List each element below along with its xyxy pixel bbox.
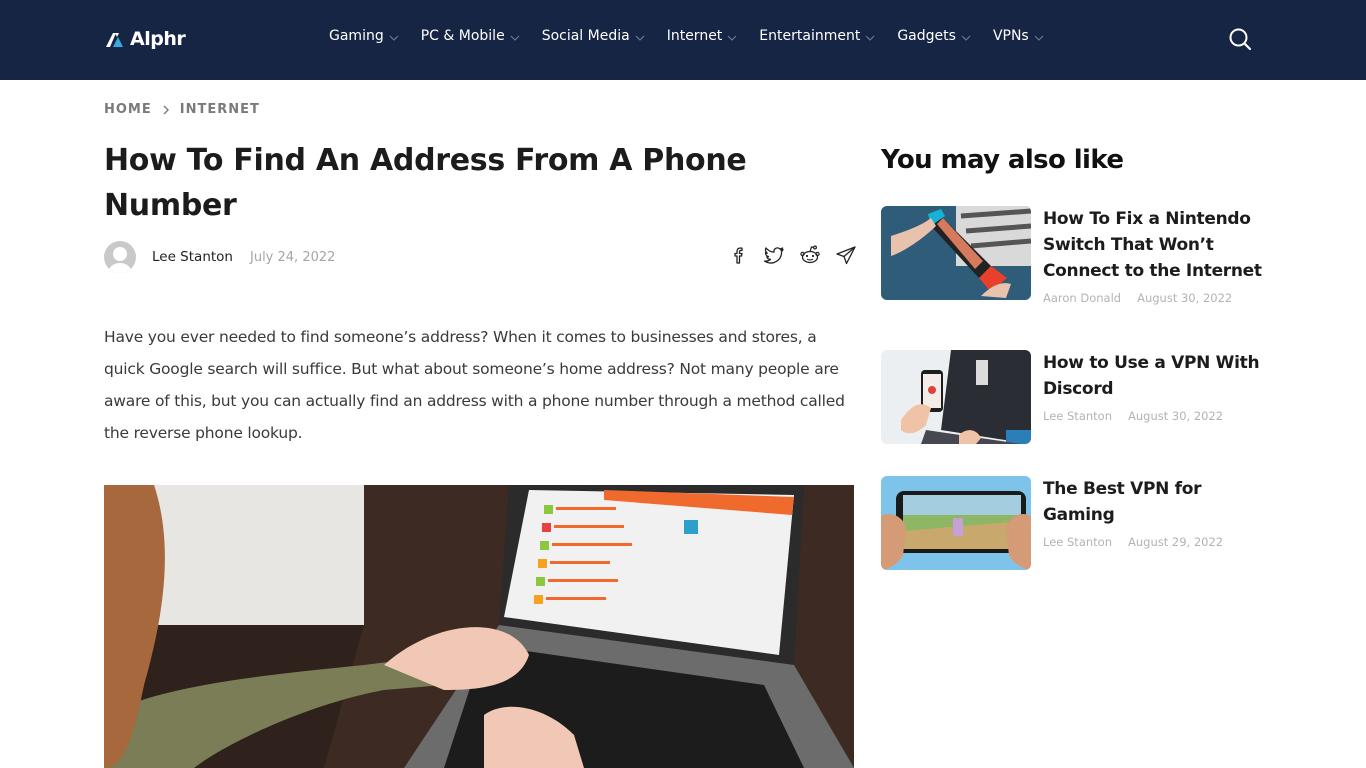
nav-item-internet[interactable]: Internet xyxy=(667,28,738,44)
nav-item-gadgets[interactable]: Gadgets xyxy=(897,28,971,44)
hero-image xyxy=(104,485,854,768)
nav-item-vpns[interactable]: VPNs xyxy=(993,28,1044,44)
related-author[interactable]: Aaron Donald xyxy=(1043,291,1121,305)
nav-item-label: Entertainment xyxy=(759,28,861,44)
related-date: August 30, 2022 xyxy=(1137,291,1233,305)
related-article: How to Use a VPN With Discord Lee Stanto… xyxy=(881,350,1281,444)
nav-item-label: Social Media xyxy=(541,28,630,44)
article-intro: Have you ever needed to find someone’s a… xyxy=(104,328,845,442)
chevron-down-icon xyxy=(865,35,875,41)
breadcrumb-home[interactable]: HOME xyxy=(104,102,152,117)
twitter-icon[interactable] xyxy=(763,244,785,266)
author-row: Lee Stanton July 24, 2022 xyxy=(104,241,335,273)
site-logo[interactable]: Alphr xyxy=(104,25,186,53)
hero-illustration xyxy=(104,485,854,768)
nav-item-social-media[interactable]: Social Media xyxy=(542,28,645,44)
related-article: How To Fix a Nintendo Switch That Won’t … xyxy=(881,206,1281,305)
chevron-down-icon xyxy=(961,35,971,41)
vpn-gaming-thumbnail xyxy=(881,476,1031,570)
breadcrumb: HOME INTERNET xyxy=(104,102,260,117)
chevron-down-icon xyxy=(1034,35,1044,41)
related-meta: Lee Stanton August 30, 2022 xyxy=(1043,409,1269,423)
related-article: The Best VPN for Gaming Lee Stanton Augu… xyxy=(881,476,1281,570)
share-buttons xyxy=(727,244,857,266)
top-navigation: Alphr Gaming PC & Mobile Social Media In… xyxy=(0,0,1366,80)
related-title[interactable]: How To Fix a Nintendo Switch That Won’t … xyxy=(1043,206,1269,284)
chevron-down-icon xyxy=(510,35,520,41)
nav-item-label: Gadgets xyxy=(897,28,956,44)
chevron-down-icon xyxy=(635,35,645,41)
nav-item-label: Gaming xyxy=(329,28,384,44)
related-date: August 30, 2022 xyxy=(1128,409,1224,423)
breadcrumb-internet[interactable]: INTERNET xyxy=(180,102,260,117)
related-meta: Lee Stanton August 29, 2022 xyxy=(1043,535,1269,549)
related-date: August 29, 2022 xyxy=(1128,535,1224,549)
nav-item-label: Internet xyxy=(666,28,723,44)
author-avatar[interactable] xyxy=(104,241,136,273)
avatar-head-shape xyxy=(113,247,127,261)
nav-item-entertainment[interactable]: Entertainment xyxy=(759,28,875,44)
related-author[interactable]: Lee Stanton xyxy=(1043,535,1112,549)
chevron-right-icon xyxy=(163,105,169,114)
related-thumbnail[interactable] xyxy=(881,476,1031,570)
nintendo-switch-thumbnail xyxy=(881,206,1031,300)
nav-item-gaming[interactable]: Gaming xyxy=(329,28,399,44)
related-meta: Aaron Donald August 30, 2022 xyxy=(1043,291,1269,305)
related-info: How To Fix a Nintendo Switch That Won’t … xyxy=(1043,206,1269,305)
logo-text: Alphr xyxy=(130,28,186,50)
nav-item-pc-mobile[interactable]: PC & Mobile xyxy=(421,28,520,44)
facebook-icon[interactable] xyxy=(727,244,749,266)
related-thumbnail[interactable] xyxy=(881,206,1031,300)
main-menu: Gaming PC & Mobile Social Media Internet… xyxy=(329,28,1066,44)
article-title: How To Find An Address From A Phone Numb… xyxy=(104,143,747,223)
sidebar-heading-text: You may also like xyxy=(881,145,1124,175)
alphr-logo-icon xyxy=(106,33,123,47)
chevron-down-icon xyxy=(389,35,399,41)
related-info: How to Use a VPN With Discord Lee Stanto… xyxy=(1043,350,1269,444)
screen-search-icon xyxy=(684,520,698,534)
telegram-icon[interactable] xyxy=(835,244,857,266)
search-icon[interactable] xyxy=(1228,27,1252,51)
related-title[interactable]: The Best VPN for Gaming xyxy=(1043,476,1269,528)
related-title[interactable]: How to Use a VPN With Discord xyxy=(1043,350,1269,402)
vpn-discord-thumbnail xyxy=(881,350,1031,444)
post-date: July 24, 2022 xyxy=(250,249,336,265)
nav-item-label: PC & Mobile xyxy=(420,28,505,44)
avatar-body-shape xyxy=(109,263,131,273)
related-thumbnail[interactable] xyxy=(881,350,1031,444)
reddit-icon[interactable] xyxy=(799,244,821,266)
nav-item-label: VPNs xyxy=(992,28,1029,44)
related-info: The Best VPN for Gaming Lee Stanton Augu… xyxy=(1043,476,1269,570)
author-name[interactable]: Lee Stanton xyxy=(152,249,233,265)
sidebar-heading: You may also like xyxy=(881,145,1124,175)
related-author[interactable]: Lee Stanton xyxy=(1043,409,1112,423)
chevron-down-icon xyxy=(727,35,737,41)
